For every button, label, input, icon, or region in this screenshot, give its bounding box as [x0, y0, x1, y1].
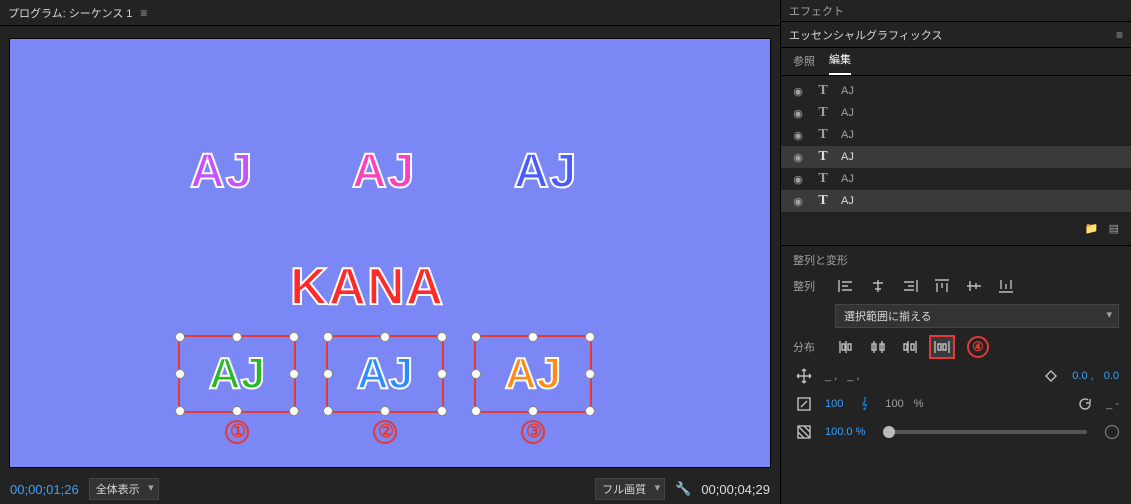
selected-clip-2[interactable]: AJ — [326, 335, 444, 413]
rotation-value[interactable]: _ - — [1106, 398, 1119, 410]
tab-browse[interactable]: 参照 — [793, 53, 815, 75]
opacity-row: 100.0 % — [781, 418, 1131, 446]
timecode-in[interactable]: 00;00;01;26 — [10, 482, 79, 497]
position-y[interactable]: _ , — [847, 370, 859, 382]
align-left-icon[interactable] — [835, 276, 857, 296]
opacity-icon[interactable] — [793, 422, 815, 442]
panel-menu-icon[interactable]: ≡ — [1116, 28, 1123, 42]
program-title: プログラム: シーケンス 1 — [8, 5, 132, 21]
distribute-left-icon[interactable] — [835, 337, 857, 357]
visibility-eye-icon[interactable]: ◉ — [791, 107, 805, 120]
annotation-2: ② — [378, 421, 394, 442]
section-align-transform: 整列と変形 — [781, 245, 1131, 272]
align-center-h-icon[interactable] — [867, 276, 889, 296]
annotation-1: ① — [230, 421, 246, 442]
opacity-slider[interactable] — [883, 430, 1087, 434]
text-layer-icon: T — [815, 149, 831, 165]
layer-list: ◉TAJ ◉TAJ ◉TAJ ◉TAJ ◉TAJ ◉TAJ — [781, 76, 1131, 216]
anchor-y[interactable]: 0.0 — [1104, 370, 1119, 382]
layer-row[interactable]: ◉TAJ — [781, 146, 1131, 168]
link-icon[interactable]: 𝄞 — [853, 394, 875, 414]
text-layer-icon: T — [815, 83, 831, 99]
visibility-eye-icon[interactable]: ◉ — [791, 85, 805, 98]
selection-handles[interactable] — [476, 337, 590, 411]
program-footer: 00;00;01;26 全体表示 フル画質 🔧 00;00;04;29 — [0, 474, 780, 504]
anchor-point-icon[interactable] — [1040, 366, 1062, 386]
essential-graphics-title: エッセンシャルグラフィックス — [789, 27, 942, 43]
new-group-icon[interactable]: 📁 — [1085, 222, 1099, 235]
annotation-3: ③ — [526, 421, 542, 442]
anchor-x[interactable]: 0.0 , — [1072, 370, 1093, 382]
effects-panel-title: エフェクト — [789, 3, 844, 19]
align-bottom-icon[interactable] — [995, 276, 1017, 296]
text-layer-icon: T — [815, 193, 831, 209]
align-top-icon[interactable] — [931, 276, 953, 296]
align-right-icon[interactable] — [899, 276, 921, 296]
canvas-text-aj-3[interactable]: AJ — [514, 144, 577, 199]
quality-dropdown[interactable]: フル画質 — [595, 478, 665, 500]
effects-panel-header[interactable]: エフェクト — [781, 0, 1131, 22]
selection-handles[interactable] — [328, 337, 442, 411]
canvas-text-kana[interactable]: KANA — [290, 257, 444, 317]
visibility-eye-icon[interactable]: ◉ — [791, 195, 805, 208]
layer-row[interactable]: ◉TAJ — [781, 102, 1131, 124]
distribute-row: 分布 ④ — [781, 332, 1131, 362]
opacity-value[interactable]: 100.0 % — [825, 426, 865, 438]
distribute-horizontal-space-icon[interactable] — [931, 337, 953, 357]
text-layer-icon: T — [815, 171, 831, 187]
visibility-eye-icon[interactable]: ◉ — [791, 151, 805, 164]
canvas-text-aj-2[interactable]: AJ — [352, 144, 415, 199]
layer-row[interactable]: ◉TAJ — [781, 80, 1131, 102]
panel-menu-icon[interactable]: ≡ — [140, 6, 147, 20]
new-layer-icon[interactable]: ▤ — [1109, 222, 1119, 235]
tab-edit[interactable]: 編集 — [829, 51, 851, 75]
timecode-out[interactable]: 00;00;04;29 — [701, 482, 770, 497]
selected-clip-1[interactable]: AJ — [178, 335, 296, 413]
annotation-4: ④ — [967, 336, 989, 358]
selection-handles[interactable] — [180, 337, 294, 411]
scale-icon[interactable] — [793, 394, 815, 414]
position-row: _ , _ , 0.0 , 0.0 — [781, 362, 1131, 390]
essential-graphics-panel: エッセンシャルグラフィックス ≡ 参照 編集 ◉TAJ ◉TAJ ◉TAJ ◉T… — [781, 22, 1131, 504]
scale-row: 100 𝄞 100 % _ - — [781, 390, 1131, 418]
text-layer-icon: T — [815, 127, 831, 143]
program-monitor-panel: プログラム: シーケンス 1 ≡ AJ AJ AJ KANA AJ AJ — [0, 0, 781, 504]
eg-tabs: 参照 編集 — [781, 48, 1131, 76]
text-layer-icon: T — [815, 105, 831, 121]
selected-clip-3[interactable]: AJ — [474, 335, 592, 413]
zoom-dropdown[interactable]: 全体表示 — [89, 478, 159, 500]
program-canvas[interactable]: AJ AJ AJ KANA AJ AJ — [10, 39, 770, 467]
visibility-eye-icon[interactable]: ◉ — [791, 129, 805, 142]
scale-value[interactable]: 100 — [825, 398, 843, 410]
distribute-right-icon[interactable] — [899, 337, 921, 357]
move-icon[interactable] — [793, 366, 815, 386]
keyframe-toggle-icon[interactable] — [1105, 425, 1119, 439]
layer-row[interactable]: ◉TAJ — [781, 190, 1131, 212]
scale-link-value[interactable]: 100 — [885, 398, 903, 410]
position-x[interactable]: _ , — [825, 370, 837, 382]
program-header: プログラム: シーケンス 1 ≡ — [0, 0, 780, 26]
distribute-center-h-icon[interactable] — [867, 337, 889, 357]
align-to-dropdown[interactable]: 選択範囲に揃える — [835, 304, 1119, 328]
layer-row[interactable]: ◉TAJ — [781, 124, 1131, 146]
right-column: エフェクト エッセンシャルグラフィックス ≡ 参照 編集 ◉TAJ ◉TAJ ◉… — [781, 0, 1131, 504]
align-center-v-icon[interactable] — [963, 276, 985, 296]
settings-wrench-icon[interactable]: 🔧 — [675, 481, 691, 497]
rotation-icon[interactable] — [1074, 394, 1096, 414]
layer-row[interactable]: ◉TAJ — [781, 168, 1131, 190]
canvas-text-aj-1[interactable]: AJ — [190, 144, 253, 199]
align-row: 整列 — [781, 272, 1131, 300]
visibility-eye-icon[interactable]: ◉ — [791, 173, 805, 186]
